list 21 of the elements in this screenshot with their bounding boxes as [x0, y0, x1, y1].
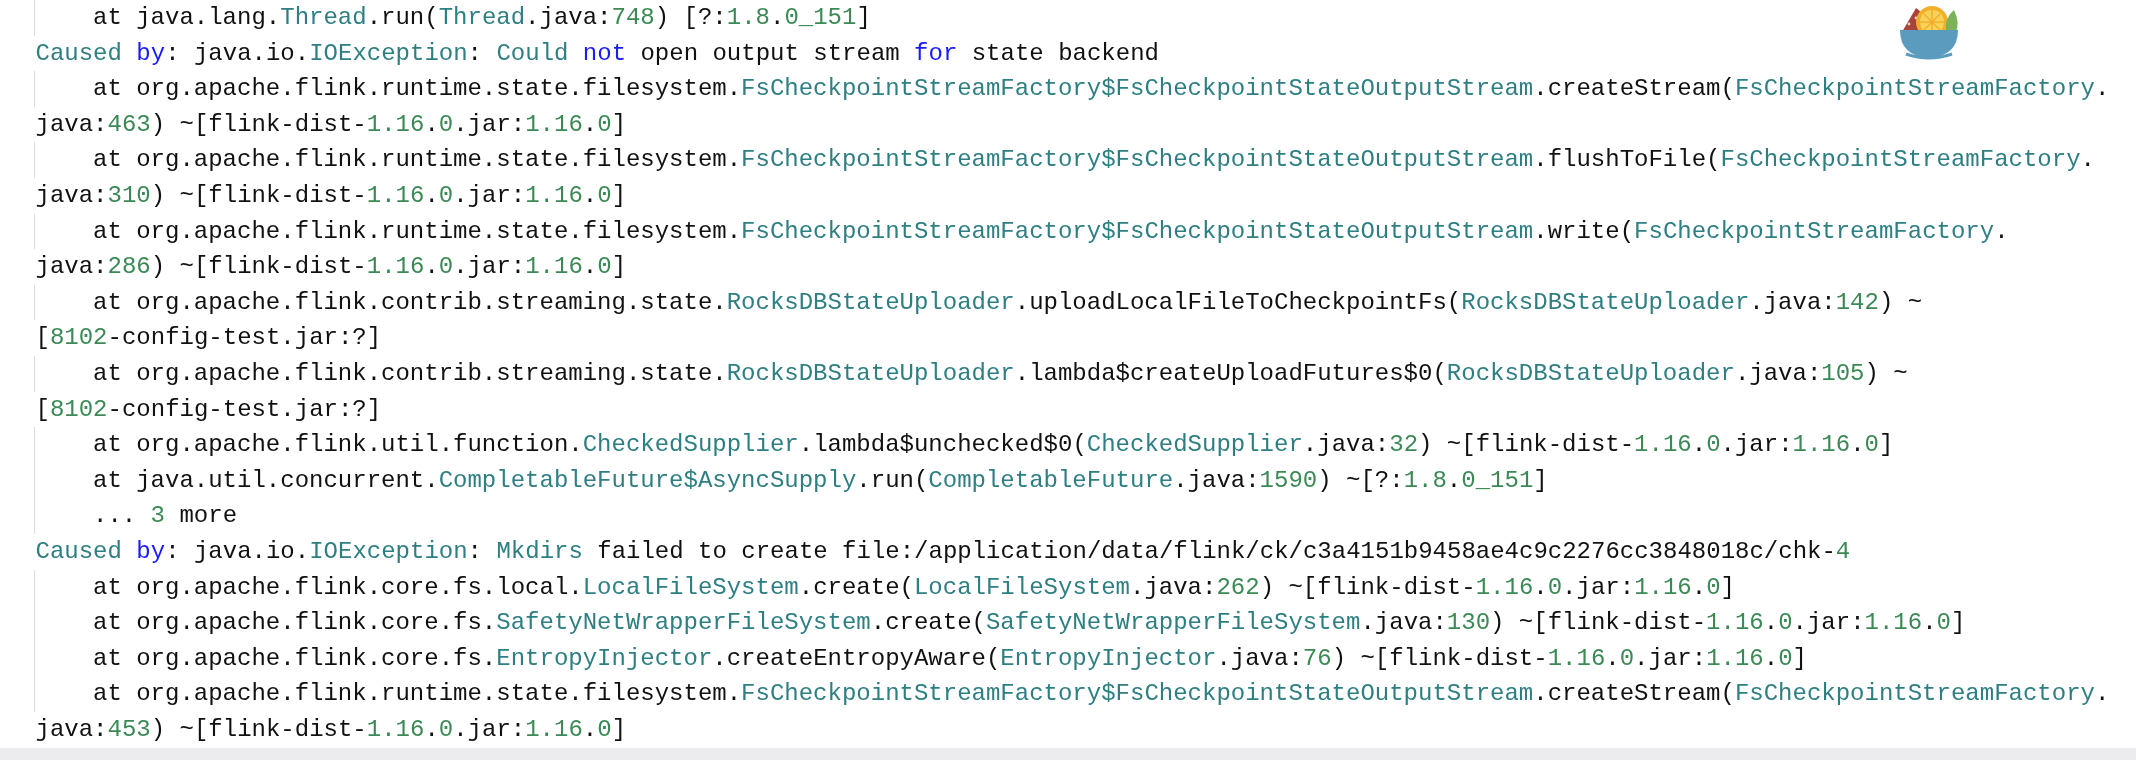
code-line: java:463) ~[flink-dist-1.16.0.jar:1.16.0]: [35, 109, 627, 140]
code-line: Caused by: java.io.IOException: Mkdirs failed to create file:/application/data/flink/ck/c3a4151b9458ae4c9c2276cc3848018c/chk-4: [35, 536, 1851, 567]
code-line: at org.apache.flink.core.fs.EntropyInjector.createEntropyAware(EntropyInjector.java:76) ~[flink-dist-1.16.0.jar:1.16.0]: [34, 640, 1807, 677]
code-line: at org.apache.flink.contrib.streaming.state.RocksDBStateUploader.lambda$createUploadFutures$0(RocksDBStateUploader.java:105) ~: [34, 355, 1908, 392]
code-line: at org.apache.flink.runtime.state.filesystem.FsCheckpointStreamFactory$FsCheckpointStateOutputStream.flushToFile(FsCheckpointStreamFactory.: [34, 142, 2095, 178]
code-line: at org.apache.flink.core.fs.SafetyNetWrapperFileSystem.create(SafetyNetWrapperFileSystem.java:130) ~[flink-dist-1.16.0.jar:1.16.0]: [34, 605, 1966, 641]
code-line: at java.lang.Thread.run(Thread.java:748) [?:1.8.0_151]: [34, 0, 871, 36]
code-line: at org.apache.flink.util.function.CheckedSupplier.lambda$unchecked$0(CheckedSupplier.java:32) ~[flink-dist-1.16.0.jar:1.16.0]: [34, 427, 1894, 463]
code-line: Caused by: java.io.IOException: Could not open output stream for state backend: [35, 38, 1159, 69]
code-line: ... 3 more: [34, 498, 238, 534]
code-line: at org.apache.flink.runtime.state.filesystem.FsCheckpointStreamFactory$FsCheckpointStateOutputStream.createStream(FsCheckpointStreamFactory.: [34, 676, 2110, 712]
code-line: at java.util.concurrent.CompletableFuture$AsyncSupply.run(CompletableFuture.java:1590) ~[?:1.8.0_151]: [34, 462, 1548, 499]
code-line: at org.apache.flink.runtime.state.filesystem.FsCheckpointStreamFactory$FsCheckpointStateOutputStream.write(FsCheckpointStreamFactory.: [34, 213, 2009, 250]
code-line: java:310) ~[flink-dist-1.16.0.jar:1.16.0]: [35, 180, 627, 211]
code-line: java:453) ~[flink-dist-1.16.0.jar:1.16.0]: [35, 714, 627, 745]
code-line: at org.apache.flink.runtime.state.filesystem.FsCheckpointStreamFactory$FsCheckpointStateOutputStream.createStream(FsCheckpointStreamFactory.: [34, 71, 2110, 107]
code-line: at org.apache.flink.core.fs.local.LocalFileSystem.create(LocalFileSystem.java:262) ~[flink-dist-1.16.0.jar:1.16.0]: [34, 569, 1735, 606]
code-line: [8102-config-test.jar:?]: [35, 323, 382, 354]
code-line: at org.apache.flink.contrib.streaming.state.RocksDBStateUploader.uploadLocalFileToCheckpointFs(RocksDBStateUploader.java:142) ~: [34, 284, 1923, 321]
code-line: java:286) ~[flink-dist-1.16.0.jar:1.16.0]: [35, 252, 627, 283]
code-line: [8102-config-test.jar:?]: [35, 394, 382, 425]
